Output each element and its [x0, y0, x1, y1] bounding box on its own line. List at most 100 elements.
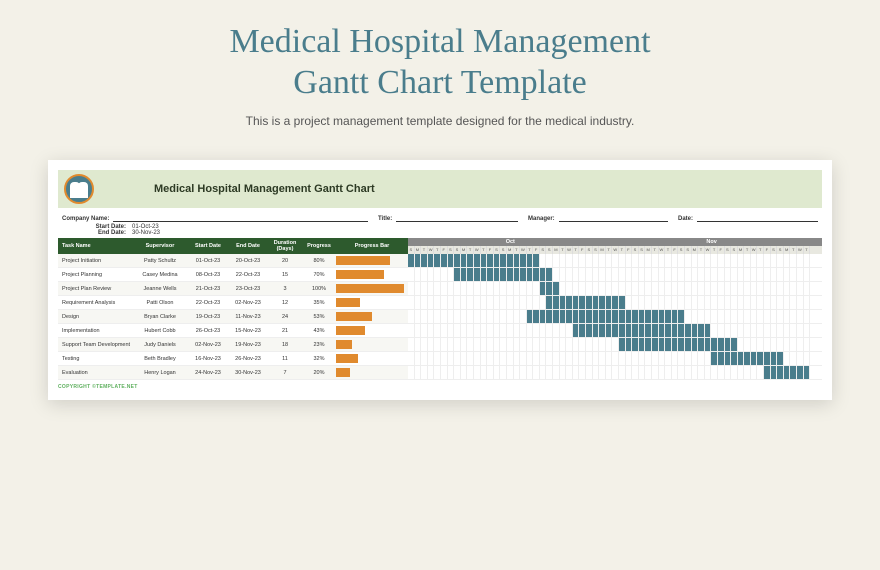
day-cell: T [606, 246, 613, 254]
task-progress: 100% [302, 286, 336, 292]
copyright-text: COPYRIGHT ©TEMPLATE.NET [58, 384, 822, 390]
task-progress-bar [336, 284, 408, 293]
day-cell: S [731, 246, 738, 254]
task-supervisor: Patti Olson [132, 300, 188, 306]
task-progress: 53% [302, 314, 336, 320]
timeline-months: OctNov [408, 238, 822, 246]
col-duration: Duration (Days) [268, 240, 302, 252]
end-date-row: End Date: 30-Nov-23 [58, 230, 822, 236]
task-start: 21-Oct-23 [188, 286, 228, 292]
task-progress: 43% [302, 328, 336, 334]
day-cell: S [593, 246, 600, 254]
task-end: 20-Oct-23 [228, 258, 268, 264]
task-supervisor: Patty Schultz [132, 258, 188, 264]
task-duration: 18 [268, 342, 302, 348]
task-start: 24-Nov-23 [188, 370, 228, 376]
day-cell: T [481, 246, 488, 254]
day-cell: T [790, 246, 797, 254]
day-cell: T [757, 246, 764, 254]
timeline-row [408, 282, 822, 296]
day-cell: W [474, 246, 481, 254]
day-cell: S [771, 246, 778, 254]
day-cell: M [738, 246, 745, 254]
title-field[interactable]: Title: [378, 214, 518, 222]
day-cell: M [599, 246, 606, 254]
day-cell: T [652, 246, 659, 254]
day-cell: F [487, 246, 494, 254]
task-start: 26-Oct-23 [188, 328, 228, 334]
table-row: Project InitiationPatty Schultz01-Oct-23… [58, 254, 408, 268]
task-supervisor: Beth Bradley [132, 356, 188, 362]
manager-field[interactable]: Manager: [528, 214, 668, 222]
timeline-row [408, 296, 822, 310]
timeline: OctNov SMTWTFSSMTWTFSSMTWTFSSMTWTFSSMTWT… [408, 238, 822, 380]
day-cell: W [612, 246, 619, 254]
task-progress-bar [336, 256, 408, 265]
day-cell: S [454, 246, 461, 254]
date-label: Date: [678, 216, 693, 222]
day-cell: W [705, 246, 712, 254]
task-progress: 32% [302, 356, 336, 362]
task-start: 19-Oct-23 [188, 314, 228, 320]
day-cell: S [546, 246, 553, 254]
month-label: Nov [613, 239, 811, 245]
day-cell: T [514, 246, 521, 254]
day-cell: M [692, 246, 699, 254]
task-start: 02-Nov-23 [188, 342, 228, 348]
day-cell: T [560, 246, 567, 254]
task-supervisor: Casey Medina [132, 272, 188, 278]
day-cell: T [698, 246, 705, 254]
gantt-main: Task Name Supervisor Start Date End Date… [58, 238, 822, 380]
hospital-logo-icon [64, 174, 94, 204]
task-end: 30-Nov-23 [228, 370, 268, 376]
table-header: Task Name Supervisor Start Date End Date… [58, 238, 408, 254]
day-cell: T [665, 246, 672, 254]
task-progress: 80% [302, 258, 336, 264]
timeline-row [408, 338, 822, 352]
task-duration: 15 [268, 272, 302, 278]
date-field[interactable]: Date: [678, 214, 818, 222]
day-cell: S [678, 246, 685, 254]
task-progress: 70% [302, 272, 336, 278]
timeline-row [408, 366, 822, 380]
day-cell: T [527, 246, 534, 254]
task-name: Requirement Analysis [58, 300, 132, 306]
task-end: 19-Nov-23 [228, 342, 268, 348]
end-date-label: End Date: [62, 230, 132, 236]
task-start: 01-Oct-23 [188, 258, 228, 264]
timeline-days: SMTWTFSSMTWTFSSMTWTFSSMTWTFSSMTWTFSSMTWT… [408, 246, 822, 254]
task-name: Implementation [58, 328, 132, 334]
day-cell: S [639, 246, 646, 254]
day-cell: T [711, 246, 718, 254]
task-name: Project Plan Review [58, 286, 132, 292]
day-cell: W [566, 246, 573, 254]
day-cell: W [797, 246, 804, 254]
day-cell: F [672, 246, 679, 254]
title-line-2: Gantt Chart Template [293, 64, 586, 101]
day-cell: F [718, 246, 725, 254]
gantt-card: Medical Hospital Management Gantt Chart … [48, 160, 832, 400]
day-cell: W [751, 246, 758, 254]
day-cell: S [725, 246, 732, 254]
day-cell: W [520, 246, 527, 254]
day-cell: F [626, 246, 633, 254]
title-line-1: Medical Hospital Management [229, 23, 650, 60]
table-row: Project Plan ReviewJeanne Wells21-Oct-23… [58, 282, 408, 296]
task-supervisor: Judy Daniels [132, 342, 188, 348]
table-row: EvaluationHenry Logan24-Nov-2330-Nov-237… [58, 366, 408, 380]
task-progress-bar [336, 298, 408, 307]
task-progress-bar [336, 326, 408, 335]
day-cell: S [494, 246, 501, 254]
task-duration: 7 [268, 370, 302, 376]
table-row: Project PlanningCasey Medina08-Oct-2322-… [58, 268, 408, 282]
meta-row: Company Name: Title: Manager: Date: [58, 208, 822, 224]
task-progress: 23% [302, 342, 336, 348]
title-label: Title: [378, 216, 392, 222]
day-cell: W [428, 246, 435, 254]
day-cell: S [632, 246, 639, 254]
task-progress-bar [336, 340, 408, 349]
table-row: Requirement AnalysisPatti Olson22-Oct-23… [58, 296, 408, 310]
timeline-row [408, 268, 822, 282]
company-name-field[interactable]: Company Name: [62, 214, 368, 222]
end-date-value: 30-Nov-23 [132, 230, 160, 236]
